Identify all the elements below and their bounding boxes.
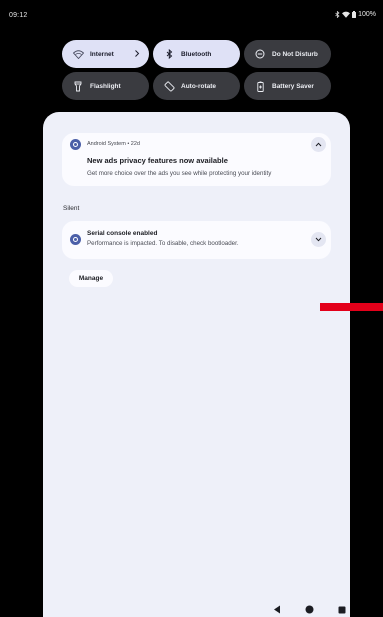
- android-system-icon: [70, 234, 81, 245]
- android-system-icon: [70, 139, 81, 150]
- notification-header: Android System • 22d: [87, 141, 140, 147]
- tile-auto-rotate-label: Auto-rotate: [181, 82, 217, 90]
- screen: 09:12 100% Internet Bluetooth Do Not Dis…: [0, 0, 383, 617]
- wifi-icon: [72, 48, 84, 60]
- tile-dnd-label: Do Not Disturb: [272, 50, 318, 58]
- tile-do-not-disturb[interactable]: Do Not Disturb: [244, 40, 331, 68]
- recents-icon: [338, 606, 346, 614]
- bluetooth-icon: [335, 11, 340, 18]
- recents-button[interactable]: [338, 601, 346, 617]
- tile-bluetooth[interactable]: Bluetooth: [153, 40, 240, 68]
- notification-body: Get more choice over the ads you see whi…: [87, 170, 272, 177]
- red-marker: [320, 303, 383, 311]
- chevron-up-icon: [315, 142, 322, 147]
- chevron-right-icon: [134, 49, 140, 60]
- flashlight-icon: [72, 80, 84, 92]
- home-icon: [305, 605, 314, 614]
- bluetooth-icon: [163, 48, 175, 60]
- tile-internet[interactable]: Internet: [62, 40, 149, 68]
- chevron-down-icon: [315, 237, 322, 242]
- silent-section-label: Silent: [63, 205, 80, 212]
- back-button[interactable]: [273, 601, 281, 617]
- back-icon: [274, 605, 280, 614]
- do-not-disturb-icon: [254, 48, 266, 60]
- notification-title: Serial console enabled: [87, 230, 158, 237]
- battery-saver-icon: [254, 80, 266, 92]
- tile-flashlight-label: Flashlight: [90, 82, 121, 90]
- tile-battery-saver[interactable]: Battery Saver: [244, 72, 331, 100]
- status-time: 09:12: [9, 12, 28, 19]
- battery-percent: 100%: [358, 11, 376, 18]
- wifi-icon: [342, 11, 351, 18]
- notification-body: Performance is impacted. To disable, che…: [87, 240, 239, 247]
- battery-icon: [352, 11, 357, 18]
- expand-button[interactable]: [311, 232, 326, 247]
- home-button[interactable]: [305, 601, 314, 617]
- notification-title: New ads privacy features now available: [87, 156, 228, 165]
- status-icons: 100%: [335, 11, 376, 18]
- tile-bluetooth-label: Bluetooth: [181, 50, 212, 58]
- tile-internet-label: Internet: [90, 50, 114, 58]
- tile-flashlight[interactable]: Flashlight: [62, 72, 149, 100]
- rotate-icon: [163, 80, 175, 92]
- tile-auto-rotate[interactable]: Auto-rotate: [153, 72, 240, 100]
- collapse-button[interactable]: [311, 137, 326, 152]
- status-bar: 09:12 100%: [0, 0, 383, 28]
- tile-battery-saver-label: Battery Saver: [272, 82, 314, 90]
- notification-shade: [43, 112, 350, 617]
- manage-button[interactable]: Manage: [69, 270, 113, 287]
